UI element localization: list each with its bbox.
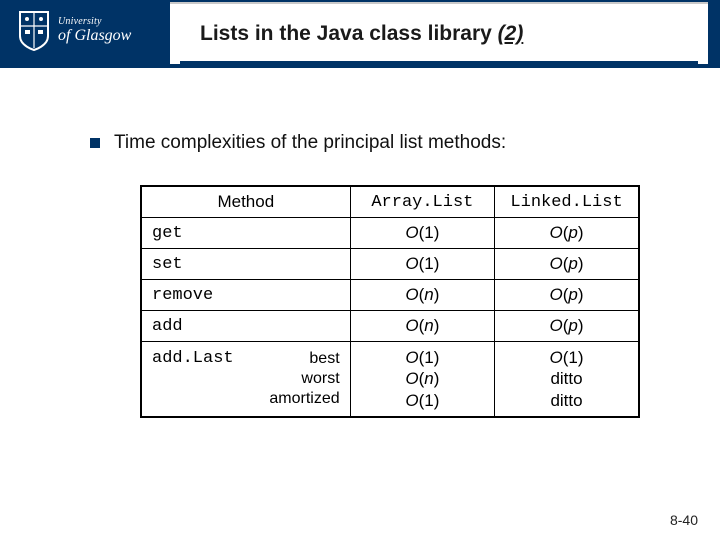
cell-arraylist-multi: O(1) O(n) O(1) [350,342,494,417]
table-row: remove O(n) O(p) [141,280,639,311]
cell-method-addlast: add.Last best worst amortized [141,342,350,417]
slide: University of Glasgow Lists in the Java … [0,0,720,540]
cell-linkedlist: O(p) [495,311,639,342]
bullet-item: Time complexities of the principal list … [90,130,670,156]
cell-arraylist: O(n) [350,311,494,342]
ditto-1: ditto [550,369,582,388]
table-row: add.Last best worst amortized O(1) O(n) … [141,342,639,417]
cell-arraylist: O(n) [350,280,494,311]
cell-method: get [141,218,350,249]
square-bullet-icon [90,138,100,148]
table-row: add O(n) O(p) [141,311,639,342]
table-header-row: Method Array.List Linked.List [141,186,639,218]
col-linkedlist: Linked.List [495,186,639,218]
case-amortized: amortized [269,390,339,407]
table-row: set O(1) O(p) [141,249,639,280]
title-strip: Lists in the Java class library (2) [170,2,708,64]
table-row: get O(1) O(p) [141,218,639,249]
page-number: 8-40 [670,512,698,528]
cell-arraylist: O(1) [350,249,494,280]
logo-text: University of Glasgow [58,17,131,44]
ditto-2: ditto [550,391,582,410]
cell-method: remove [141,280,350,311]
cell-method: add [141,311,350,342]
page-title: Lists in the Java class library (2) [170,4,708,46]
content-area: Time complexities of the principal list … [90,130,670,156]
col-arraylist: Array.List [350,186,494,218]
complexity-table: Method Array.List Linked.List get O(1) O… [140,185,640,418]
cell-linkedlist: O(p) [495,218,639,249]
title-main: Lists in the Java class library [200,22,498,45]
cell-linkedlist: O(p) [495,280,639,311]
case-labels: best worst amortized [269,349,339,409]
cell-linkedlist: O(p) [495,249,639,280]
addlast-label: add.Last [152,349,234,368]
col-method: Method [141,186,350,218]
crest-icon [18,10,50,52]
logo-line2: of Glasgow [58,28,131,45]
university-logo: University of Glasgow [18,10,131,52]
bullet-text: Time complexities of the principal list … [114,130,506,156]
cell-method: set [141,249,350,280]
cell-arraylist: O(1) [350,218,494,249]
cell-linkedlist-multi: O(1) ditto ditto [495,342,639,417]
title-suffix: (2) [498,22,524,45]
case-best: best [309,350,339,367]
case-worst: worst [301,370,339,387]
header-bar: University of Glasgow Lists in the Java … [0,0,720,68]
